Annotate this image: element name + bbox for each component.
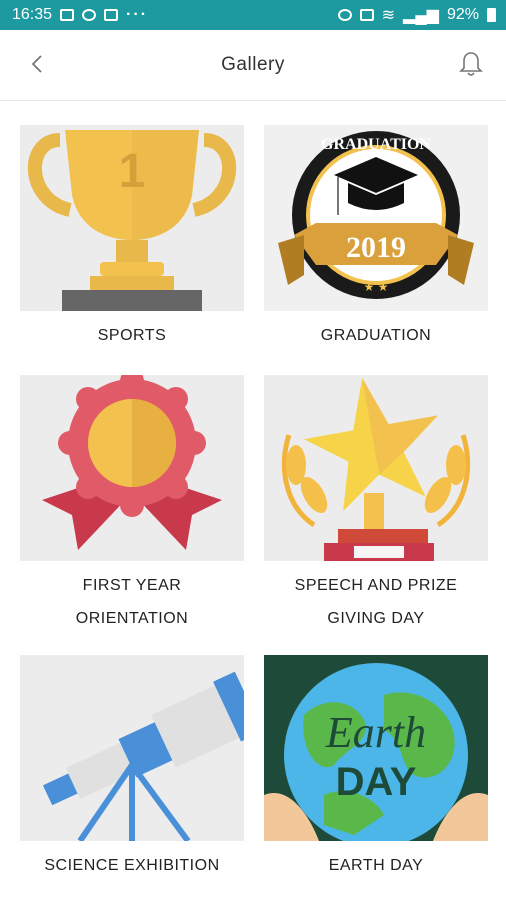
alarm-icon — [337, 9, 352, 21]
gallery-card-speech-and-prize-giving-day[interactable]: SPEECH AND PRIZE GIVING DAY — [264, 375, 488, 635]
gallery-card-science-exhibition[interactable]: SCIENCE EXHIBITION — [20, 655, 244, 882]
gallery-card-earth-day[interactable]: Earth DAY EARTH DAY — [264, 655, 488, 882]
earth-day-image: Earth DAY — [264, 655, 488, 841]
status-time: 16:35 — [12, 6, 53, 23]
gallery-card-graduation[interactable]: GRADUATION 2019 ★ ★ GRADUATION — [264, 125, 488, 352]
back-chevron-icon[interactable] — [26, 52, 50, 76]
whatsapp-icon — [82, 9, 97, 21]
card-label: FIRST YEAR ORIENTATION — [75, 577, 189, 627]
bell-icon[interactable] — [458, 50, 484, 78]
card-label: SPORTS — [97, 327, 167, 344]
day-art-text: DAY — [336, 760, 417, 804]
more-notifications-icon: ··· — [126, 6, 149, 23]
telescope-image — [20, 655, 244, 841]
battery-level: 92% — [446, 6, 479, 23]
svg-text:1: 1 — [119, 145, 146, 198]
gallery-notification-icon — [60, 9, 75, 21]
graduation-badge-image: GRADUATION 2019 ★ ★ — [264, 125, 488, 311]
mail-icon — [104, 9, 119, 21]
badge-year-text: 2019 — [346, 231, 406, 264]
earth-art-text: Earth — [325, 708, 426, 757]
page-title: Gallery — [221, 54, 285, 75]
gallery-card-sports[interactable]: 1 SPORTS — [20, 125, 244, 352]
card-label: EARTH DAY — [328, 857, 424, 874]
rosette-image — [20, 375, 244, 561]
gallery-card-first-year-orientation[interactable]: FIRST YEAR ORIENTATION — [20, 375, 244, 635]
svg-text:★ ★: ★ ★ — [364, 280, 389, 294]
mute-icon — [359, 9, 374, 21]
star-award-image — [264, 375, 488, 561]
card-label: SCIENCE EXHIBITION — [44, 857, 220, 874]
wifi-icon: ≋ — [381, 7, 396, 24]
signal-icon: ▂▄▆ — [403, 7, 439, 24]
status-bar: 16:35 ··· ≋ ▂▄▆ 92% — [0, 0, 506, 30]
badge-title-text: GRADUATION — [321, 136, 431, 153]
app-header: Gallery — [0, 30, 506, 101]
card-label: GRADUATION — [320, 327, 432, 344]
trophy-image: 1 — [20, 125, 244, 311]
card-label: SPEECH AND PRIZE GIVING DAY — [294, 577, 458, 627]
battery-icon — [487, 8, 496, 22]
